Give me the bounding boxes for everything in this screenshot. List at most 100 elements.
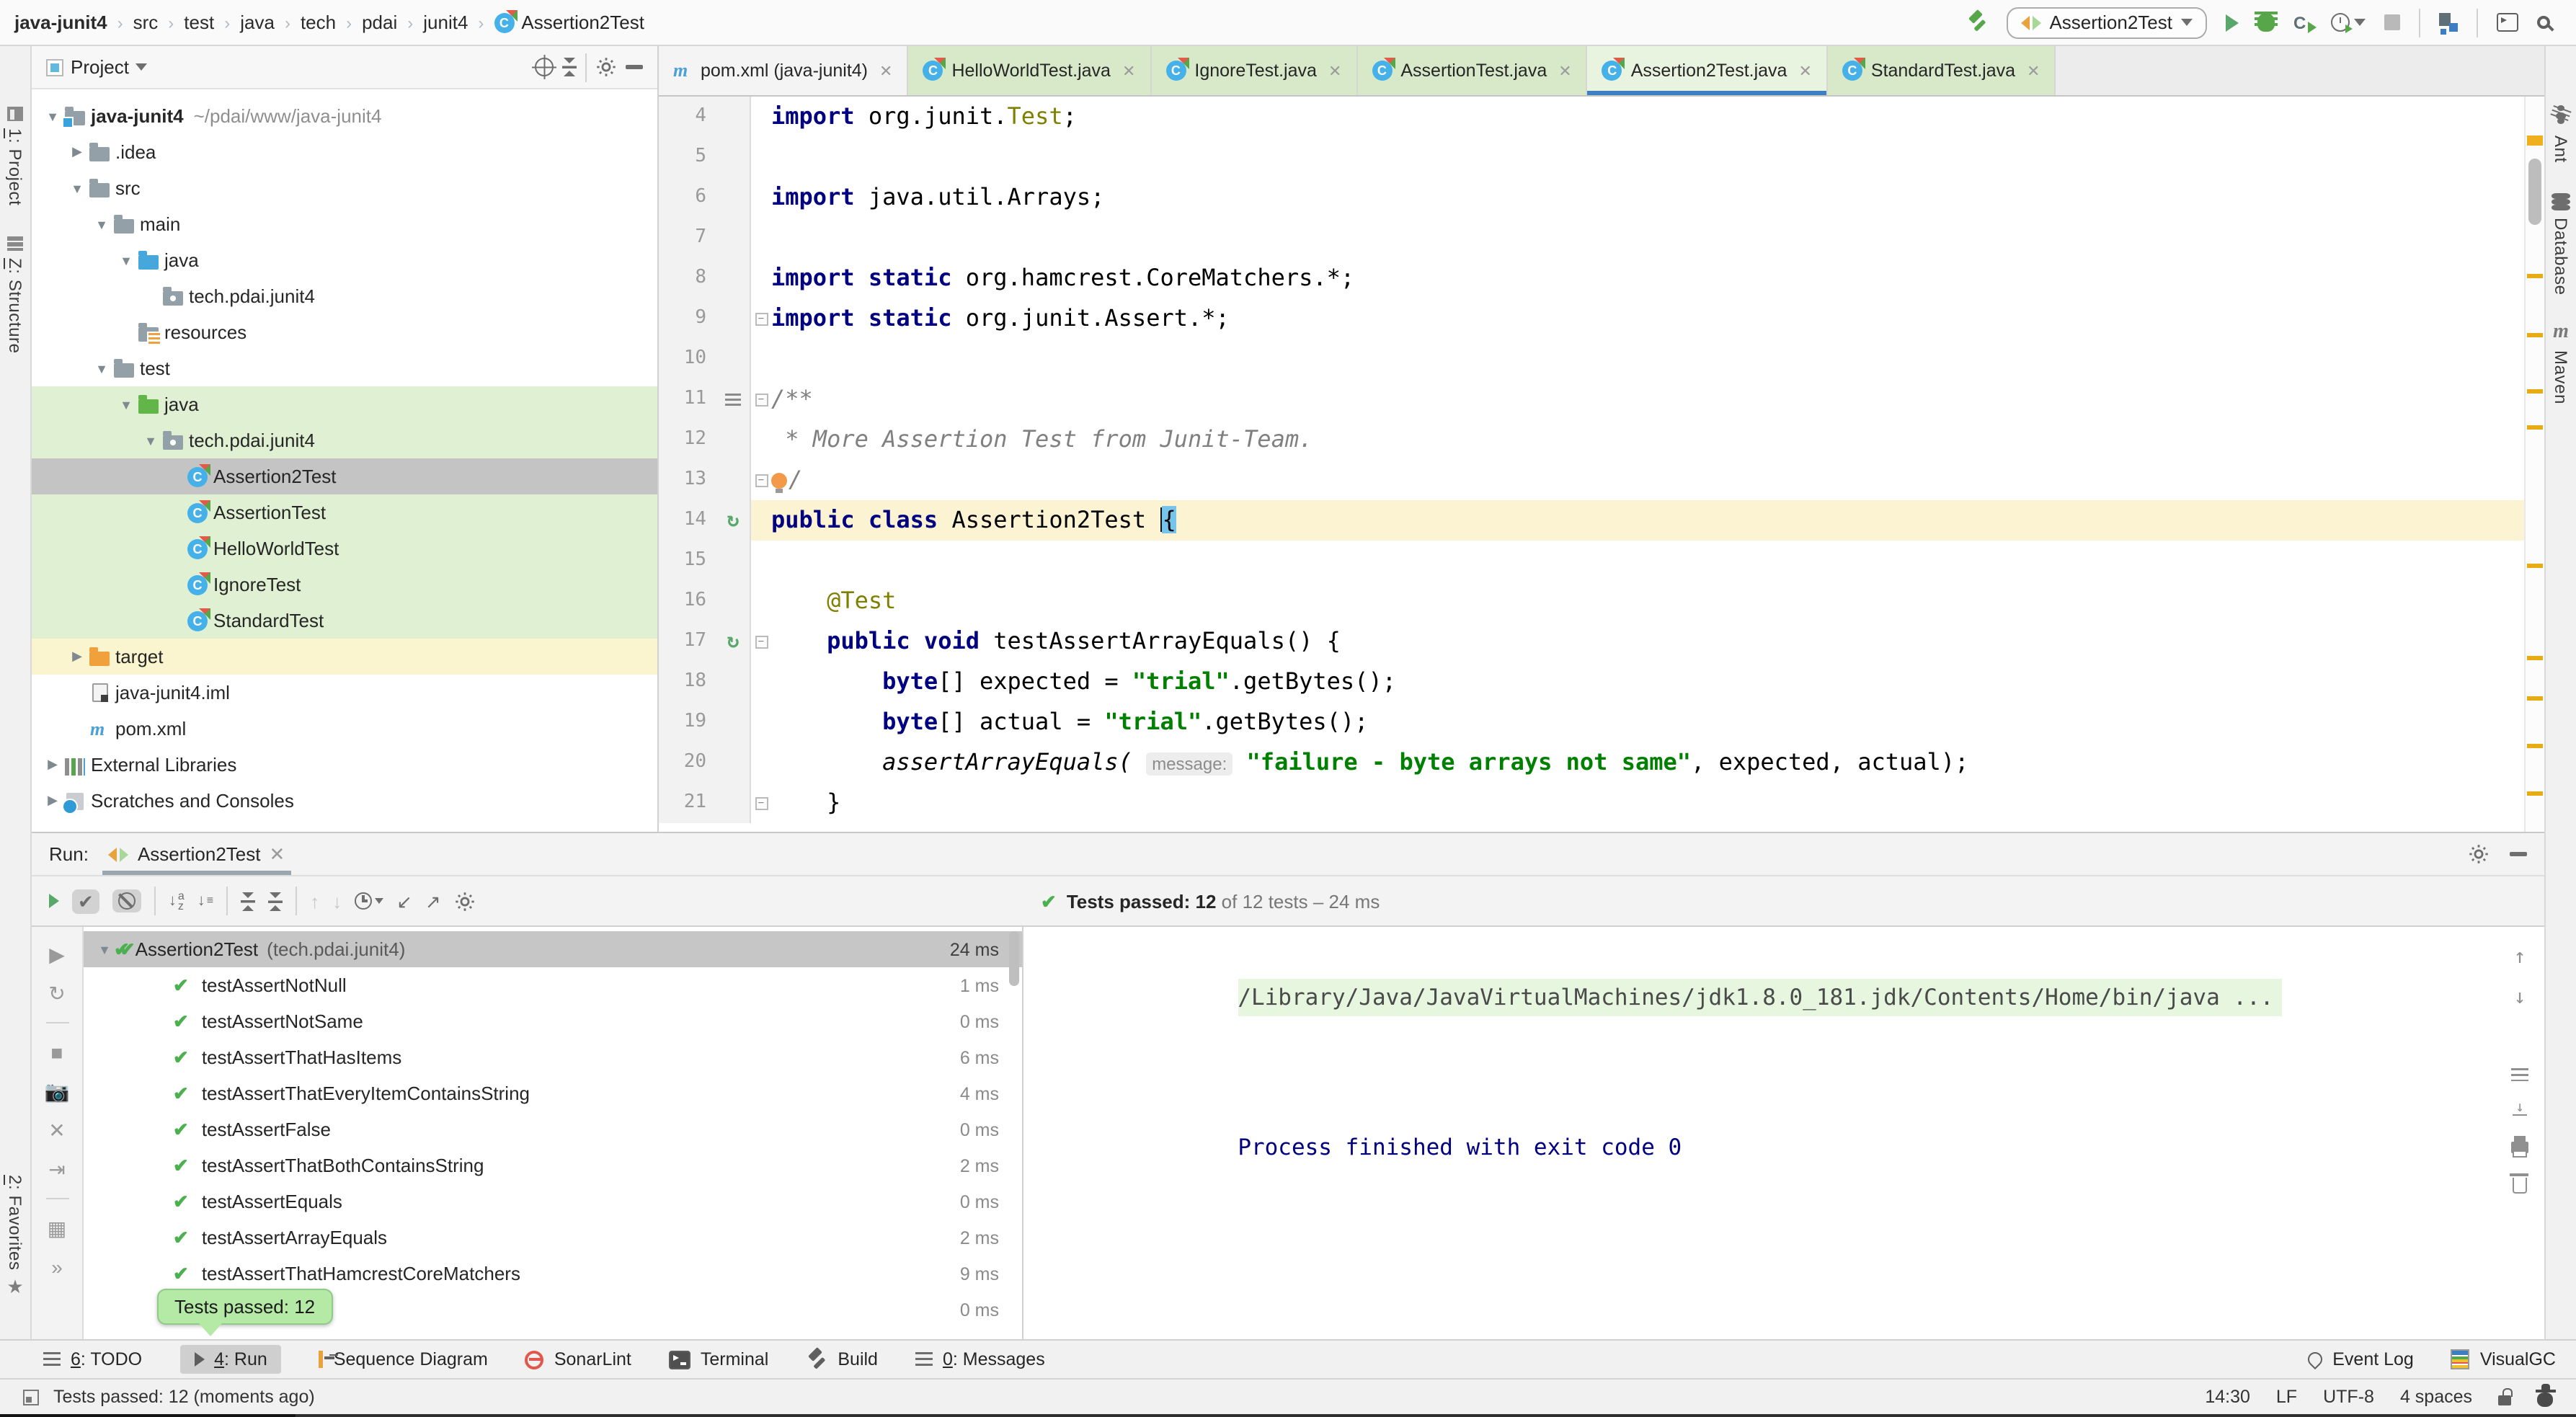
code-line[interactable]: 10 <box>659 339 2544 379</box>
sidebar-item-project[interactable]: 1: Project <box>0 107 30 205</box>
tab-helloworldtest-java[interactable]: HelloWorldTest.java✕ <box>908 46 1151 95</box>
run-configuration-select[interactable]: Assertion2Test <box>2006 6 2207 38</box>
line-ending-widget[interactable]: LF <box>2276 1387 2297 1407</box>
search-everywhere-icon[interactable] <box>2537 16 2550 29</box>
tree-row[interactable]: ▼tech.pdai.junit4 <box>32 422 657 458</box>
sort-alphabetically-button[interactable]: ↓az <box>169 891 185 912</box>
expand-all-button[interactable] <box>241 892 255 910</box>
code-text[interactable] <box>771 339 2544 379</box>
test-history-button[interactable] <box>355 892 383 910</box>
locate-file-button[interactable] <box>535 58 554 76</box>
hector-inspection-icon[interactable] <box>2537 1392 2553 1407</box>
toolwindow-button-sequencediagram[interactable]: Sequence Diagram <box>319 1349 488 1369</box>
fold-marker[interactable]: − <box>751 783 771 823</box>
close-icon[interactable]: ✕ <box>1798 61 1811 80</box>
test-row[interactable]: ✔testAssertNotSame0 ms <box>84 1003 1022 1039</box>
tab-ignoretest-java[interactable]: IgnoreTest.java✕ <box>1151 46 1357 95</box>
run-with-coverage-button[interactable] <box>2293 12 2312 32</box>
intention-bulb-icon[interactable] <box>771 473 787 489</box>
tree-row[interactable]: ▶External Libraries <box>32 747 657 783</box>
breadcrumb-item[interactable]: java <box>240 12 275 33</box>
error-stripe-mark[interactable] <box>2527 389 2543 394</box>
run-panel-tab[interactable]: Assertion2Test ✕ <box>103 833 290 875</box>
tree-collapsed-arrow-icon[interactable]: ▶ <box>68 144 86 160</box>
tree-row[interactable]: ▶.idea <box>32 134 657 170</box>
show-passed-toggle[interactable]: ✔ <box>72 889 99 913</box>
test-row[interactable]: ✔testAssertThatHasItems6 ms <box>84 1039 1022 1075</box>
breadcrumb-item[interactable]: junit4 <box>423 12 468 33</box>
sidebar-item-ant[interactable]: Ant <box>2546 104 2576 163</box>
error-stripe-mark[interactable] <box>2527 696 2543 701</box>
tree-row[interactable]: AssertionTest <box>32 494 657 530</box>
sidebar-item-maven[interactable]: Maven <box>2546 323 2576 404</box>
toolwindow-button-run[interactable]: 4: Run <box>179 1345 282 1374</box>
close-icon[interactable]: ✕ <box>2027 61 2040 80</box>
error-stripe-mark[interactable] <box>2527 656 2543 660</box>
tree-row[interactable]: ▼java-junit4~/pdai/www/java-junit4 <box>32 98 657 134</box>
toolwindow-button-eventlog[interactable]: Event Log <box>2308 1349 2414 1369</box>
rerun-tests-button[interactable] <box>49 894 59 908</box>
code-line[interactable]: 5 <box>659 137 2544 177</box>
test-row[interactable]: ✔testAssertArrayEquals2 ms <box>84 1220 1022 1256</box>
fold-marker[interactable]: − <box>751 460 771 500</box>
code-editor[interactable]: 4import org.junit.Test;56import java.uti… <box>659 97 2544 832</box>
fold-marker[interactable]: − <box>751 298 771 339</box>
thread-dump-button[interactable]: 📷 <box>45 1081 70 1101</box>
print-icon[interactable] <box>2511 1142 2528 1153</box>
tab-pom-xml--java-junit4-[interactable]: pom.xml (java-junit4)✕ <box>659 46 908 95</box>
restore-layout-button[interactable]: ▦ <box>48 1218 66 1238</box>
run-anything-button[interactable] <box>2497 13 2518 32</box>
error-stripe-mark[interactable] <box>2527 744 2543 748</box>
tree-row[interactable]: ▼main <box>32 206 657 242</box>
code-line[interactable]: 19 byte[] actual = "trial".getBytes(); <box>659 702 2544 742</box>
tree-expanded-arrow-icon[interactable]: ▼ <box>141 433 160 448</box>
code-line[interactable]: 8import static org.hamcrest.CoreMatchers… <box>659 258 2544 298</box>
more-actions-button[interactable]: » <box>51 1257 63 1277</box>
sidebar-item-structure[interactable]: Z: Structure <box>0 236 30 354</box>
test-suite-row[interactable]: ▼✔✔ Assertion2Test(tech.pdai.junit4)24 m… <box>84 931 1022 967</box>
project-view-select[interactable]: Project <box>46 56 148 78</box>
test-row[interactable]: ✔testAssertThatEveryItemContainsString4 … <box>84 1075 1022 1111</box>
toolwindow-button-messages[interactable]: 0: Messages <box>915 1349 1045 1369</box>
fold-marker[interactable]: − <box>751 621 771 662</box>
error-stripe-mark[interactable] <box>2527 333 2543 337</box>
unlocked-icon[interactable] <box>2498 1395 2511 1405</box>
tree-row[interactable]: tech.pdai.junit4 <box>32 278 657 314</box>
test-row[interactable]: ✔testAssertNotNull1 ms <box>84 967 1022 1003</box>
breadcrumb-item[interactable]: src <box>133 12 159 33</box>
code-text[interactable]: public void testAssertArrayEquals() { <box>771 621 2544 662</box>
tree-row[interactable]: Assertion2Test <box>32 458 657 494</box>
scrollbar-thumb[interactable] <box>1009 931 1019 986</box>
editor-scrollbar-thumb[interactable] <box>2528 159 2541 225</box>
test-run-gutter-icon[interactable]: ↻ <box>727 500 740 541</box>
sidebar-item-database[interactable]: Database <box>2546 193 2576 296</box>
fold-icon[interactable]: − <box>755 796 768 809</box>
code-line[interactable]: 12 * More Assertion Test from Junit-Team… <box>659 419 2544 460</box>
code-line[interactable]: 13−/ <box>659 460 2544 500</box>
breadcrumb-item[interactable]: test <box>184 12 214 33</box>
project-structure-button[interactable] <box>2439 13 2458 32</box>
error-stripe-mark[interactable] <box>2527 791 2543 796</box>
tree-row[interactable]: HelloWorldTest <box>32 530 657 567</box>
tree-row[interactable]: resources <box>32 314 657 350</box>
code-line[interactable]: 4import org.junit.Test; <box>659 97 2544 137</box>
code-line[interactable]: 6import java.util.Arrays; <box>659 177 2544 218</box>
indent-widget[interactable]: 4 spaces <box>2400 1387 2472 1407</box>
stop-process-button[interactable]: ■ <box>51 1042 63 1062</box>
tree-expanded-arrow-icon[interactable]: ▼ <box>92 217 111 231</box>
fold-icon[interactable]: − <box>755 393 768 406</box>
close-icon[interactable]: ✕ <box>269 843 285 866</box>
test-row[interactable]: ✔testAssertThatHamcrestCoreMatchers9 ms <box>84 1256 1022 1292</box>
code-line[interactable]: 14↻public class Assertion2Test { <box>659 500 2544 541</box>
tree-expanded-arrow-icon[interactable]: ▼ <box>68 181 86 195</box>
code-line[interactable]: 21− } <box>659 783 2544 823</box>
clear-console-icon[interactable] <box>2513 1178 2527 1194</box>
tree-expanded-arrow-icon[interactable]: ▼ <box>117 253 136 267</box>
tab-standardtest-java[interactable]: StandardTest.java✕ <box>1828 46 2056 95</box>
test-run-gutter-icon[interactable]: ↻ <box>727 621 740 662</box>
breadcrumb-item[interactable]: java-junit4 <box>14 12 107 33</box>
code-line[interactable]: 11−/** <box>659 379 2544 419</box>
code-text[interactable]: assertArrayEquals( message: "failure - b… <box>771 742 2544 783</box>
code-text[interactable]: import static org.junit.Assert.*; <box>771 298 2544 339</box>
tree-row[interactable]: ▼java <box>32 386 657 422</box>
